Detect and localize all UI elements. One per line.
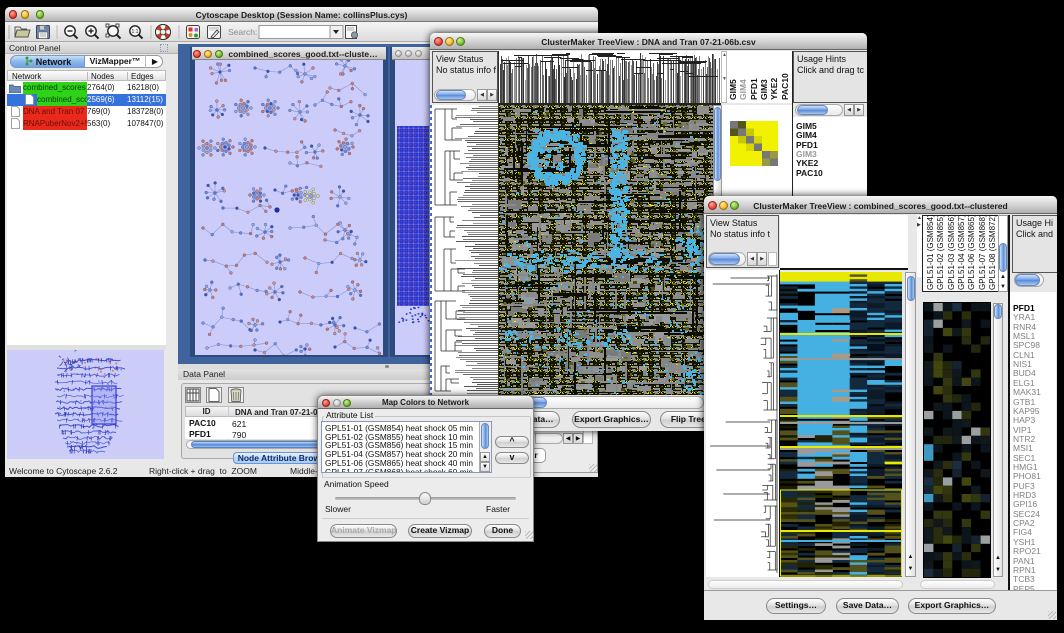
svg-text:Search:: Search: bbox=[228, 27, 257, 37]
svg-text:1:1: 1:1 bbox=[132, 29, 139, 35]
